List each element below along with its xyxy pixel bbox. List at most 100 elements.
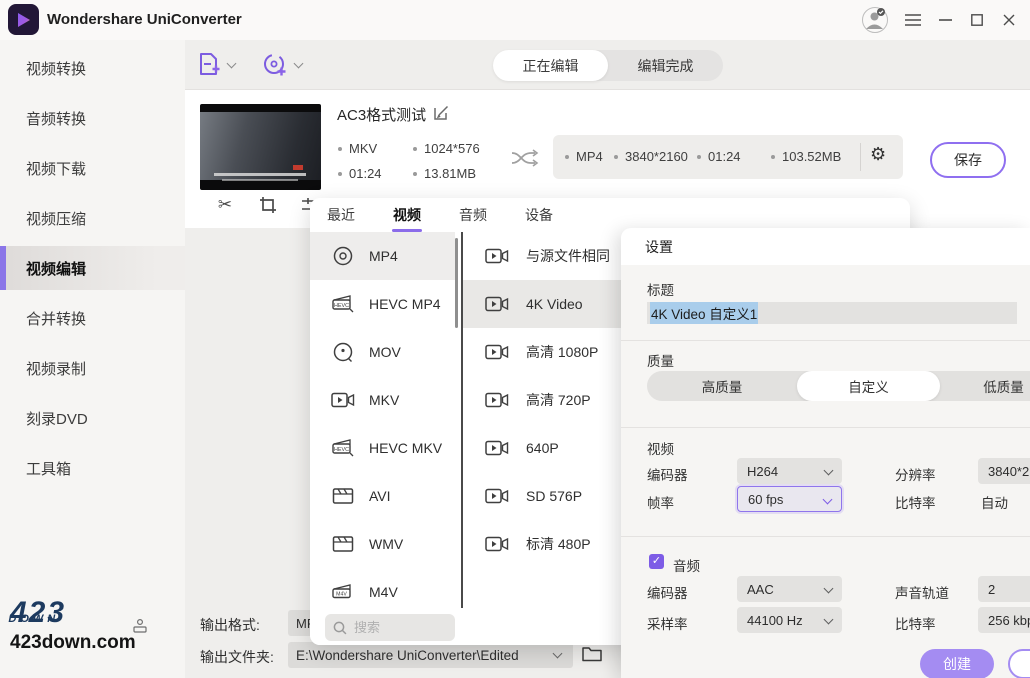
- crop-icon[interactable]: [257, 194, 279, 216]
- audio-encoder-value: AAC: [747, 582, 774, 597]
- format-item-avi[interactable]: AVI: [310, 472, 455, 520]
- channels-value[interactable]: 2: [978, 576, 1030, 602]
- video-camera-icon: [484, 485, 510, 507]
- title-label: 标题: [647, 279, 674, 299]
- format-label: HEVC MP4: [369, 296, 441, 312]
- quality-custom-button[interactable]: 自定义: [797, 371, 940, 401]
- trim-scissors-icon[interactable]: ✂: [214, 194, 236, 216]
- search-icon: [333, 621, 347, 635]
- output-folder-label: 输出文件夹:: [200, 647, 274, 667]
- resolution-label: 分辨率: [895, 464, 936, 484]
- edit-state-tabs: 正在编辑 编辑完成: [493, 50, 723, 81]
- sidebar-item-audio-convert[interactable]: 音频转换: [0, 96, 185, 140]
- audio-encoder-label: 编码器: [647, 582, 688, 602]
- title-input-value: 4K Video 自定义1: [650, 302, 758, 324]
- audio-encoder-dropdown[interactable]: AAC: [737, 576, 842, 602]
- format-item-mov[interactable]: MOV: [310, 328, 455, 376]
- svg-text:M4V: M4V: [336, 592, 347, 598]
- chevron-down-icon: [823, 495, 833, 505]
- create-button[interactable]: 创建: [920, 649, 994, 678]
- source-size: 13.81MB: [413, 166, 476, 181]
- sidebar-item-video-convert[interactable]: 视频转换: [0, 46, 185, 90]
- add-file-button[interactable]: [197, 52, 235, 78]
- account-avatar[interactable]: [862, 7, 888, 33]
- m4v-icon: M4V: [330, 581, 356, 603]
- sidebar-item-video-compress[interactable]: 视频压缩: [0, 196, 185, 240]
- sidebar-item-screen-record[interactable]: 视频录制: [0, 346, 185, 390]
- add-disc-button[interactable]: [262, 52, 302, 78]
- video-camera-icon: [484, 389, 510, 411]
- sidebar-item-video-edit[interactable]: 视频编辑: [0, 246, 185, 290]
- quality-segmented-control: 高质量 自定义 低质量: [647, 371, 1030, 401]
- secondary-button-partial[interactable]: [1008, 649, 1030, 678]
- browse-folder-icon[interactable]: [582, 645, 602, 662]
- close-button[interactable]: [996, 8, 1022, 32]
- title-input[interactable]: 4K Video 自定义1: [647, 302, 1017, 324]
- hevc-icon: HEVC: [330, 293, 356, 315]
- divider: [860, 143, 861, 171]
- sidebar-item-merge-convert[interactable]: 合并转换: [0, 296, 185, 340]
- sidebar-item-label: 视频录制: [26, 358, 86, 379]
- save-button[interactable]: 保存: [930, 142, 1006, 178]
- preset-label: 4K Video: [526, 296, 583, 312]
- thumbnail-detail: [293, 165, 303, 170]
- settings-gear-icon[interactable]: ⚙: [870, 144, 886, 165]
- chevron-down-icon: [294, 59, 304, 69]
- tab-editing[interactable]: 正在编辑: [493, 50, 608, 81]
- settings-header: 设置: [621, 228, 1030, 265]
- format-item-hevc-mkv[interactable]: HEVC HEVC MKV: [310, 424, 455, 472]
- target-duration: 01:24: [697, 149, 741, 164]
- tab-recent[interactable]: 最近: [325, 199, 357, 231]
- format-label: HEVC MKV: [369, 440, 442, 456]
- svg-text:HEVC: HEVC: [334, 303, 349, 309]
- framerate-value: 60 fps: [748, 492, 783, 507]
- format-item-hevc-mp4[interactable]: HEVC HEVC MP4: [310, 280, 455, 328]
- video-camera-icon: [484, 341, 510, 363]
- hevc-icon: HEVC: [330, 437, 356, 459]
- maximize-button[interactable]: [964, 8, 990, 32]
- samplerate-dropdown[interactable]: 44100 Hz: [737, 607, 842, 633]
- format-item-mkv[interactable]: MKV: [310, 376, 455, 424]
- tab-audio[interactable]: 音频: [457, 199, 489, 231]
- divider: [621, 536, 1030, 537]
- audio-bitrate-label: 比特率: [895, 613, 936, 633]
- format-label: MOV: [369, 344, 401, 360]
- sidebar-item-label: 视频转换: [26, 58, 86, 79]
- sidebar-item-video-download[interactable]: 视频下载: [0, 146, 185, 190]
- tab-edit-done[interactable]: 编辑完成: [608, 50, 723, 81]
- video-thumbnail[interactable]: [200, 104, 321, 190]
- scrollbar[interactable]: [455, 238, 458, 328]
- watermark-text: 423down.com: [10, 632, 180, 654]
- video-encoder-dropdown[interactable]: H264: [737, 458, 842, 484]
- output-folder-field[interactable]: E:\Wondershare UniConverter\Edited: [288, 642, 573, 668]
- format-item-wmv[interactable]: WMV: [310, 520, 455, 568]
- tab-video[interactable]: 视频: [391, 199, 423, 231]
- app-title: Wondershare UniConverter: [47, 11, 242, 28]
- format-popup-tabs: 最近 视频 音频 设备: [310, 198, 910, 232]
- search-input[interactable]: [354, 620, 439, 635]
- edit-tools: ✂: [214, 194, 322, 216]
- audio-bitrate-value[interactable]: 256 kbps: [978, 607, 1030, 633]
- audio-checkbox[interactable]: ✓: [649, 554, 664, 569]
- quality-high-button[interactable]: 高质量: [647, 371, 797, 401]
- sidebar-item-burn-dvd[interactable]: 刻录DVD: [0, 396, 185, 440]
- preset-label: 高清 720P: [526, 390, 591, 410]
- format-label: MP4: [369, 248, 398, 264]
- clapperboard-icon: [330, 485, 356, 507]
- menu-icon[interactable]: [900, 8, 926, 32]
- video-bitrate-label: 比特率: [895, 492, 936, 512]
- format-item-mp4[interactable]: MP4: [310, 232, 455, 280]
- tab-device[interactable]: 设备: [523, 199, 555, 231]
- convert-shuffle-icon: [510, 148, 540, 168]
- target-resolution: 3840*2160: [614, 149, 688, 164]
- minimize-button[interactable]: [932, 8, 958, 32]
- framerate-dropdown[interactable]: 60 fps: [737, 486, 842, 512]
- sidebar-item-toolbox[interactable]: 工具箱: [0, 446, 185, 490]
- resolution-value[interactable]: 3840*2160: [978, 458, 1030, 484]
- clapperboard-icon: [330, 533, 356, 555]
- quality-low-button[interactable]: 低质量: [940, 371, 1030, 401]
- sidebar-item-label: 工具箱: [26, 458, 71, 479]
- samplerate-value: 44100 Hz: [747, 613, 803, 628]
- quality-label: 质量: [647, 350, 674, 370]
- rename-icon[interactable]: [433, 104, 450, 121]
